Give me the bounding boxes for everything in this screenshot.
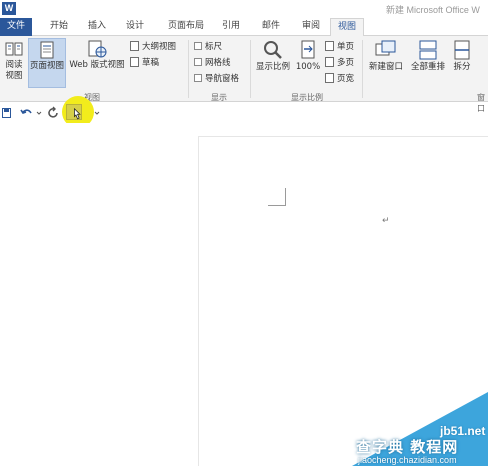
tab-insert[interactable]: 插入: [80, 18, 114, 36]
tab-file[interactable]: 文件: [0, 18, 32, 36]
split-icon: [454, 40, 470, 60]
magnifier-icon: [264, 41, 282, 59]
page-width-icon: [325, 73, 334, 83]
undo-icon[interactable]: [20, 106, 34, 120]
save-icon[interactable]: [2, 106, 12, 120]
page-width-label: 页宽: [337, 74, 355, 84]
tab-home[interactable]: 开始: [42, 18, 76, 36]
outline-view-button[interactable]: 大纲视图: [130, 41, 176, 54]
read-mode-label-2: 视图: [5, 71, 23, 81]
tab-mailings[interactable]: 邮件: [254, 18, 288, 36]
quick-access-toolbar: [0, 103, 488, 123]
new-window-icon: [375, 40, 396, 56]
outline-label: 大纲视图: [142, 42, 177, 52]
zoom-button[interactable]: 显示比例: [254, 38, 292, 88]
gridlines-checkbox[interactable]: 网格线: [194, 57, 231, 70]
draft-view-button[interactable]: 草稿: [130, 57, 159, 70]
split-label: 拆分: [453, 62, 471, 72]
redo-icon[interactable]: [48, 106, 60, 120]
show-group-label: 显示: [211, 93, 227, 102]
tab-design[interactable]: 设计: [118, 18, 152, 36]
group-divider: [250, 40, 251, 98]
customize-qat-icon[interactable]: [94, 106, 100, 120]
draft-label: 草稿: [142, 58, 160, 68]
watermark-url: jiaocheng.chazidian.com: [358, 455, 457, 465]
web-layout-icon: [88, 40, 107, 58]
outline-icon: [130, 41, 139, 51]
multi-page-button[interactable]: 多页: [325, 57, 354, 70]
read-mode-icon: [5, 42, 23, 56]
window-title: 新建 Microsoft Office W: [386, 5, 480, 15]
word-logo-icon[interactable]: W: [2, 2, 16, 15]
nav-pane-checkbox[interactable]: 导航窗格: [194, 73, 239, 86]
arrange-all-button[interactable]: 全部重排: [408, 38, 448, 88]
page-width-button[interactable]: 页宽: [325, 73, 354, 86]
undo-dropdown-icon[interactable]: [36, 106, 42, 120]
tab-review[interactable]: 审阅: [294, 18, 328, 36]
ribbon-tabs: 文件 开始 插入 设计 页面布局 引用 邮件 审阅 视图: [0, 18, 488, 37]
zoom-label: 显示比例: [255, 62, 290, 72]
group-divider: [188, 40, 189, 98]
gridlines-label: 网格线: [205, 58, 231, 68]
tab-references[interactable]: 引用: [214, 18, 248, 36]
group-divider: [362, 40, 363, 98]
one-page-label: 单页: [337, 42, 355, 52]
title-bar: W 新建 Microsoft Office W: [0, 0, 488, 18]
tab-page-layout[interactable]: 页面布局: [160, 18, 212, 36]
nav-pane-check-icon: [194, 74, 202, 82]
read-mode-button[interactable]: 阅读 视图: [2, 38, 26, 88]
split-button[interactable]: 拆分: [450, 38, 474, 88]
draft-icon: [130, 57, 139, 67]
watermark-cn-text: 查字典 教程网: [356, 438, 459, 456]
multi-page-icon: [325, 57, 334, 67]
one-page-button[interactable]: 单页: [325, 41, 354, 54]
one-page-icon: [325, 41, 334, 51]
print-layout-icon: [40, 41, 54, 59]
margin-corner-mark: [268, 188, 286, 206]
arrange-all-label: 全部重排: [410, 62, 445, 72]
new-window-button[interactable]: 新建窗口: [366, 38, 406, 88]
paragraph-mark: ↵: [382, 216, 390, 226]
ruler-label: 标尺: [205, 42, 223, 52]
ruler-checkbox[interactable]: 标尺: [194, 41, 222, 54]
zoom-100-label: 100%: [295, 62, 321, 72]
nav-pane-label: 导航窗格: [205, 74, 240, 84]
mouse-cursor-icon: [74, 108, 81, 120]
ribbon: 阅读 视图 页面视图 Web 版式视图 大纲视图 草稿 视图 标尺 网格线 导航…: [0, 36, 488, 113]
gridlines-check-icon: [194, 58, 202, 66]
new-window-label: 新建窗口: [368, 62, 403, 72]
print-layout-label: 页面视图: [29, 61, 64, 71]
print-layout-button[interactable]: 页面视图: [28, 38, 66, 88]
read-mode-label-1: 阅读: [5, 60, 23, 70]
zoom-100-icon: [301, 40, 315, 59]
web-layout-label: Web 版式视图: [69, 60, 125, 70]
arrange-all-icon: [419, 40, 437, 60]
multi-page-label: 多页: [337, 58, 355, 68]
zoom-100-button[interactable]: 100%: [294, 38, 322, 88]
ruler-check-icon: [194, 42, 202, 50]
tab-view[interactable]: 视图: [330, 18, 364, 37]
web-layout-button[interactable]: Web 版式视图: [68, 38, 126, 88]
zoom-group-label: 显示比例: [291, 93, 323, 102]
